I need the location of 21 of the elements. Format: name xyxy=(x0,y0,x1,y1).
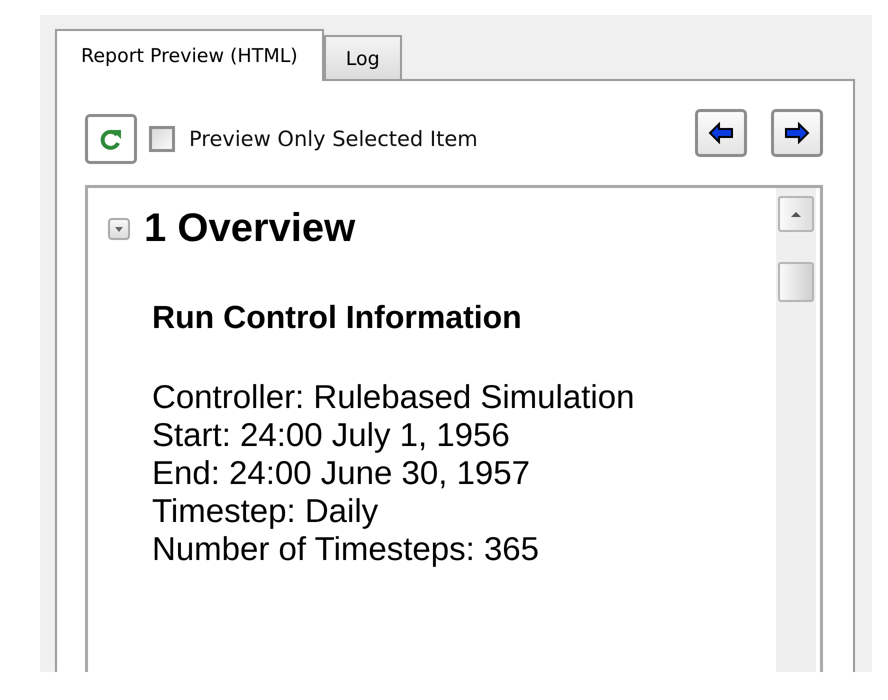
tab[interactable]: Report Preview (HTML) xyxy=(55,29,324,81)
tab[interactable]: Log xyxy=(324,35,402,79)
report-line: End: 24:00 June 30, 1957 xyxy=(152,454,531,492)
left-arrow-icon xyxy=(708,122,734,144)
checkbox-label: Preview Only Selected Item xyxy=(189,127,478,151)
report-line: Controller: Rulebased Simulation xyxy=(152,378,636,416)
right-arrow-icon xyxy=(784,122,810,144)
scrollbar[interactable] xyxy=(776,188,816,672)
refresh-button[interactable] xyxy=(85,114,137,164)
collapse-toggle[interactable] xyxy=(108,218,130,240)
report-line: Start: 24:00 July 1, 1956 xyxy=(152,416,511,454)
report-heading: Run Control Information xyxy=(152,299,523,336)
report-line: Number of Timesteps: 365 xyxy=(152,530,540,568)
forward-button[interactable] xyxy=(771,109,823,157)
section-title: 1 Overview xyxy=(144,206,356,251)
checkbox[interactable] xyxy=(149,126,175,152)
up-arrow-icon xyxy=(790,210,802,218)
scroll-up-button[interactable] xyxy=(778,196,814,232)
back-button[interactable] xyxy=(695,109,747,157)
report-line: Timestep: Daily xyxy=(152,492,380,530)
scroll-thumb[interactable] xyxy=(778,262,814,302)
